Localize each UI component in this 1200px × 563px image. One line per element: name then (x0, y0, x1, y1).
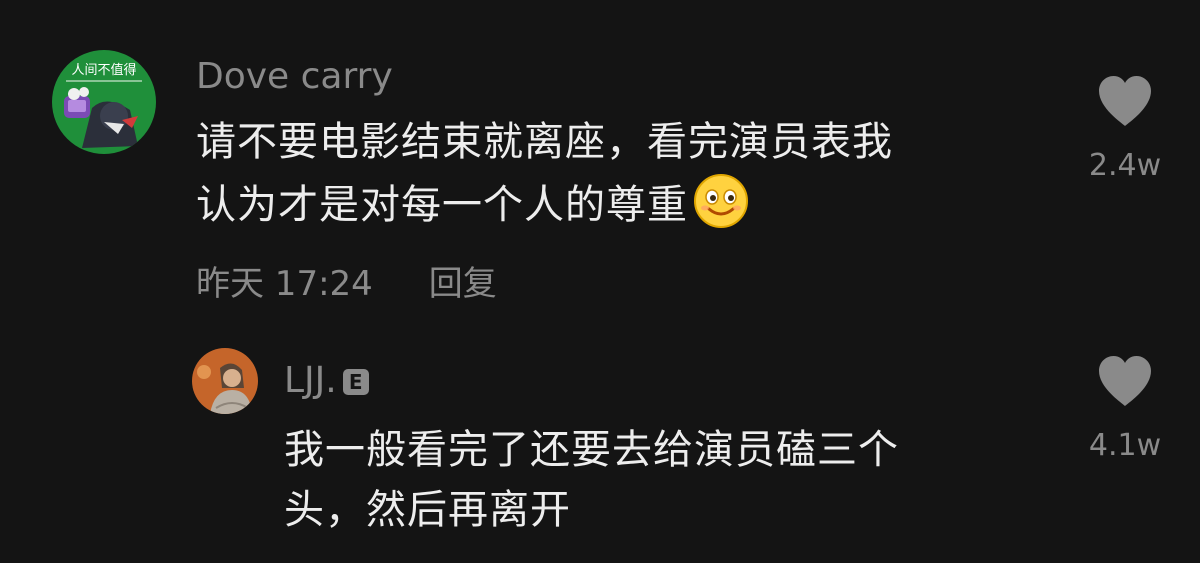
reply-like-count: 4.1w (1088, 428, 1162, 463)
comment-text-line-1: 请不要电影结束就离座，看完演员表我 (196, 119, 893, 165)
reply-text-line-2: 头，然后再离开 (284, 487, 571, 533)
comment-meta: 昨天 17:24 回复 (196, 264, 497, 304)
reply-text: 我一般看完了还要去给演员磕三个 头，然后再离开 (284, 420, 1044, 540)
reply-like-button[interactable]: 4.1w (1070, 354, 1180, 464)
comment-thread: 人间不值得 Dove carry 请不要电影结束就离座，看完演员表我 认为才是对… (0, 0, 1200, 563)
like-count: 2.4w (1088, 148, 1162, 183)
reply-text-line-1: 我一般看完了还要去给演员磕三个 (284, 427, 899, 473)
heart-icon (1099, 356, 1151, 406)
comment-username[interactable]: Dove carry (196, 57, 393, 97)
comment-text-line-2: 认为才是对每一个人的尊重 (196, 172, 1046, 235)
like-button[interactable]: 2.4w (1070, 74, 1180, 184)
author-badge: E (342, 369, 369, 395)
reply-button[interactable]: 回复 (429, 264, 497, 304)
comment-text-line-2-content: 认为才是对每一个人的尊重 (196, 182, 688, 228)
reply-username[interactable]: LJJ. E (284, 361, 369, 401)
comment-timestamp: 昨天 17:24 (196, 264, 373, 304)
reply-username-text: LJJ. (284, 360, 337, 401)
heart-icon (1099, 76, 1151, 126)
avatar-logo-text: 人间不值得 (71, 62, 136, 78)
avatar[interactable]: 人间不值得 (52, 50, 156, 154)
comment-text: 请不要电影结束就离座，看完演员表我 认为才是对每一个人的尊重 (196, 112, 1046, 235)
reply-avatar[interactable] (192, 348, 258, 414)
smiling-face-emoji-icon (692, 172, 750, 230)
